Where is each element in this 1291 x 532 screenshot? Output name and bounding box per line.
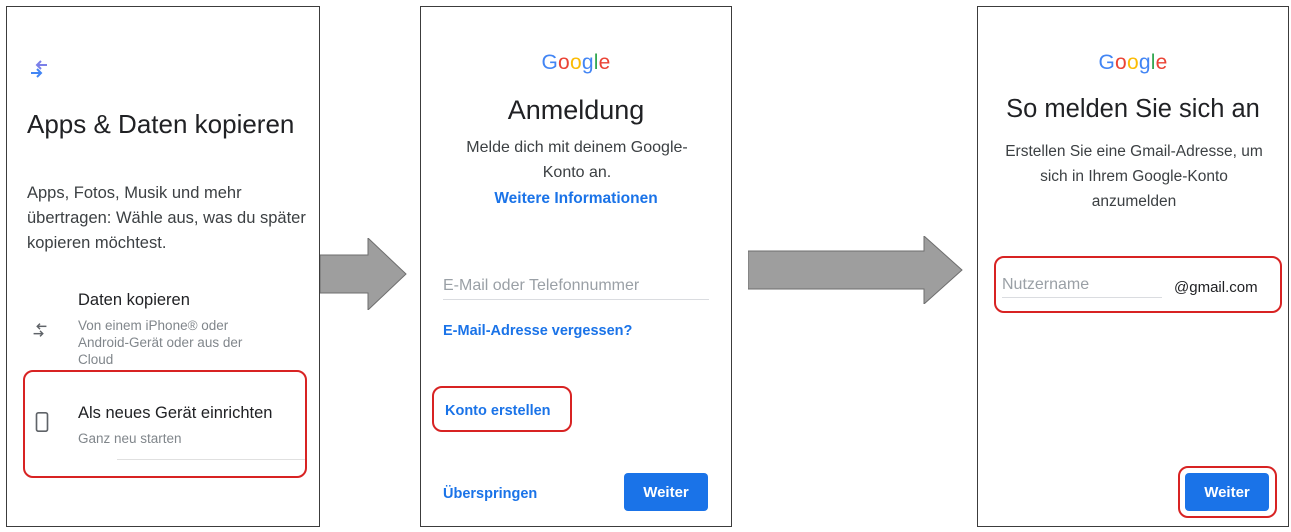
gmail-domain-suffix: @gmail.com [1174,279,1258,296]
highlight-box [432,386,572,432]
google-logo: Google [1098,51,1168,74]
username-input[interactable] [1002,273,1162,298]
page-subtitle: Erstellen Sie eine Gmail-Adresse, um sic… [1005,143,1263,210]
page-description: Apps, Fotos, Musik und mehr übertragen: … [27,184,306,252]
highlight-box [23,370,307,478]
page-title: Apps & Daten kopieren [27,109,295,139]
screen-create-gmail: Google So melden Sie sich an Erstellen S… [977,6,1289,527]
transfer-arrows-icon [33,323,47,337]
email-input[interactable] [443,273,709,300]
next-button[interactable]: Weiter [624,473,708,511]
next-button[interactable]: Weiter [1185,473,1269,511]
option-copy-data[interactable]: Daten kopieren Von einem iPhone® oder An… [7,285,319,375]
arrow-right-icon [320,238,407,310]
google-logo: Google [541,51,611,74]
page-title: So melden Sie sich an [1006,95,1260,123]
option-title: Daten kopieren [78,291,190,309]
option-subtitle: Von einem iPhone® oder Android-Gerät ode… [78,318,243,367]
page-title: Anmeldung [507,95,645,125]
skip-link[interactable]: Überspringen [443,486,537,502]
forgot-email-link[interactable]: E-Mail-Adresse vergessen? [443,323,632,339]
arrow-right-icon [748,236,963,304]
screen-copy-apps-data: Apps & Daten kopieren Apps, Fotos, Musik… [6,6,320,527]
more-info-link[interactable]: Weitere Informationen [421,190,731,208]
screen-google-sign-in: Google Anmeldung Melde dich mit deinem G… [420,6,732,527]
transfer-arrows-icon [31,60,47,78]
page-subtitle: Melde dich mit deinem Google-Konto an. [466,139,688,181]
